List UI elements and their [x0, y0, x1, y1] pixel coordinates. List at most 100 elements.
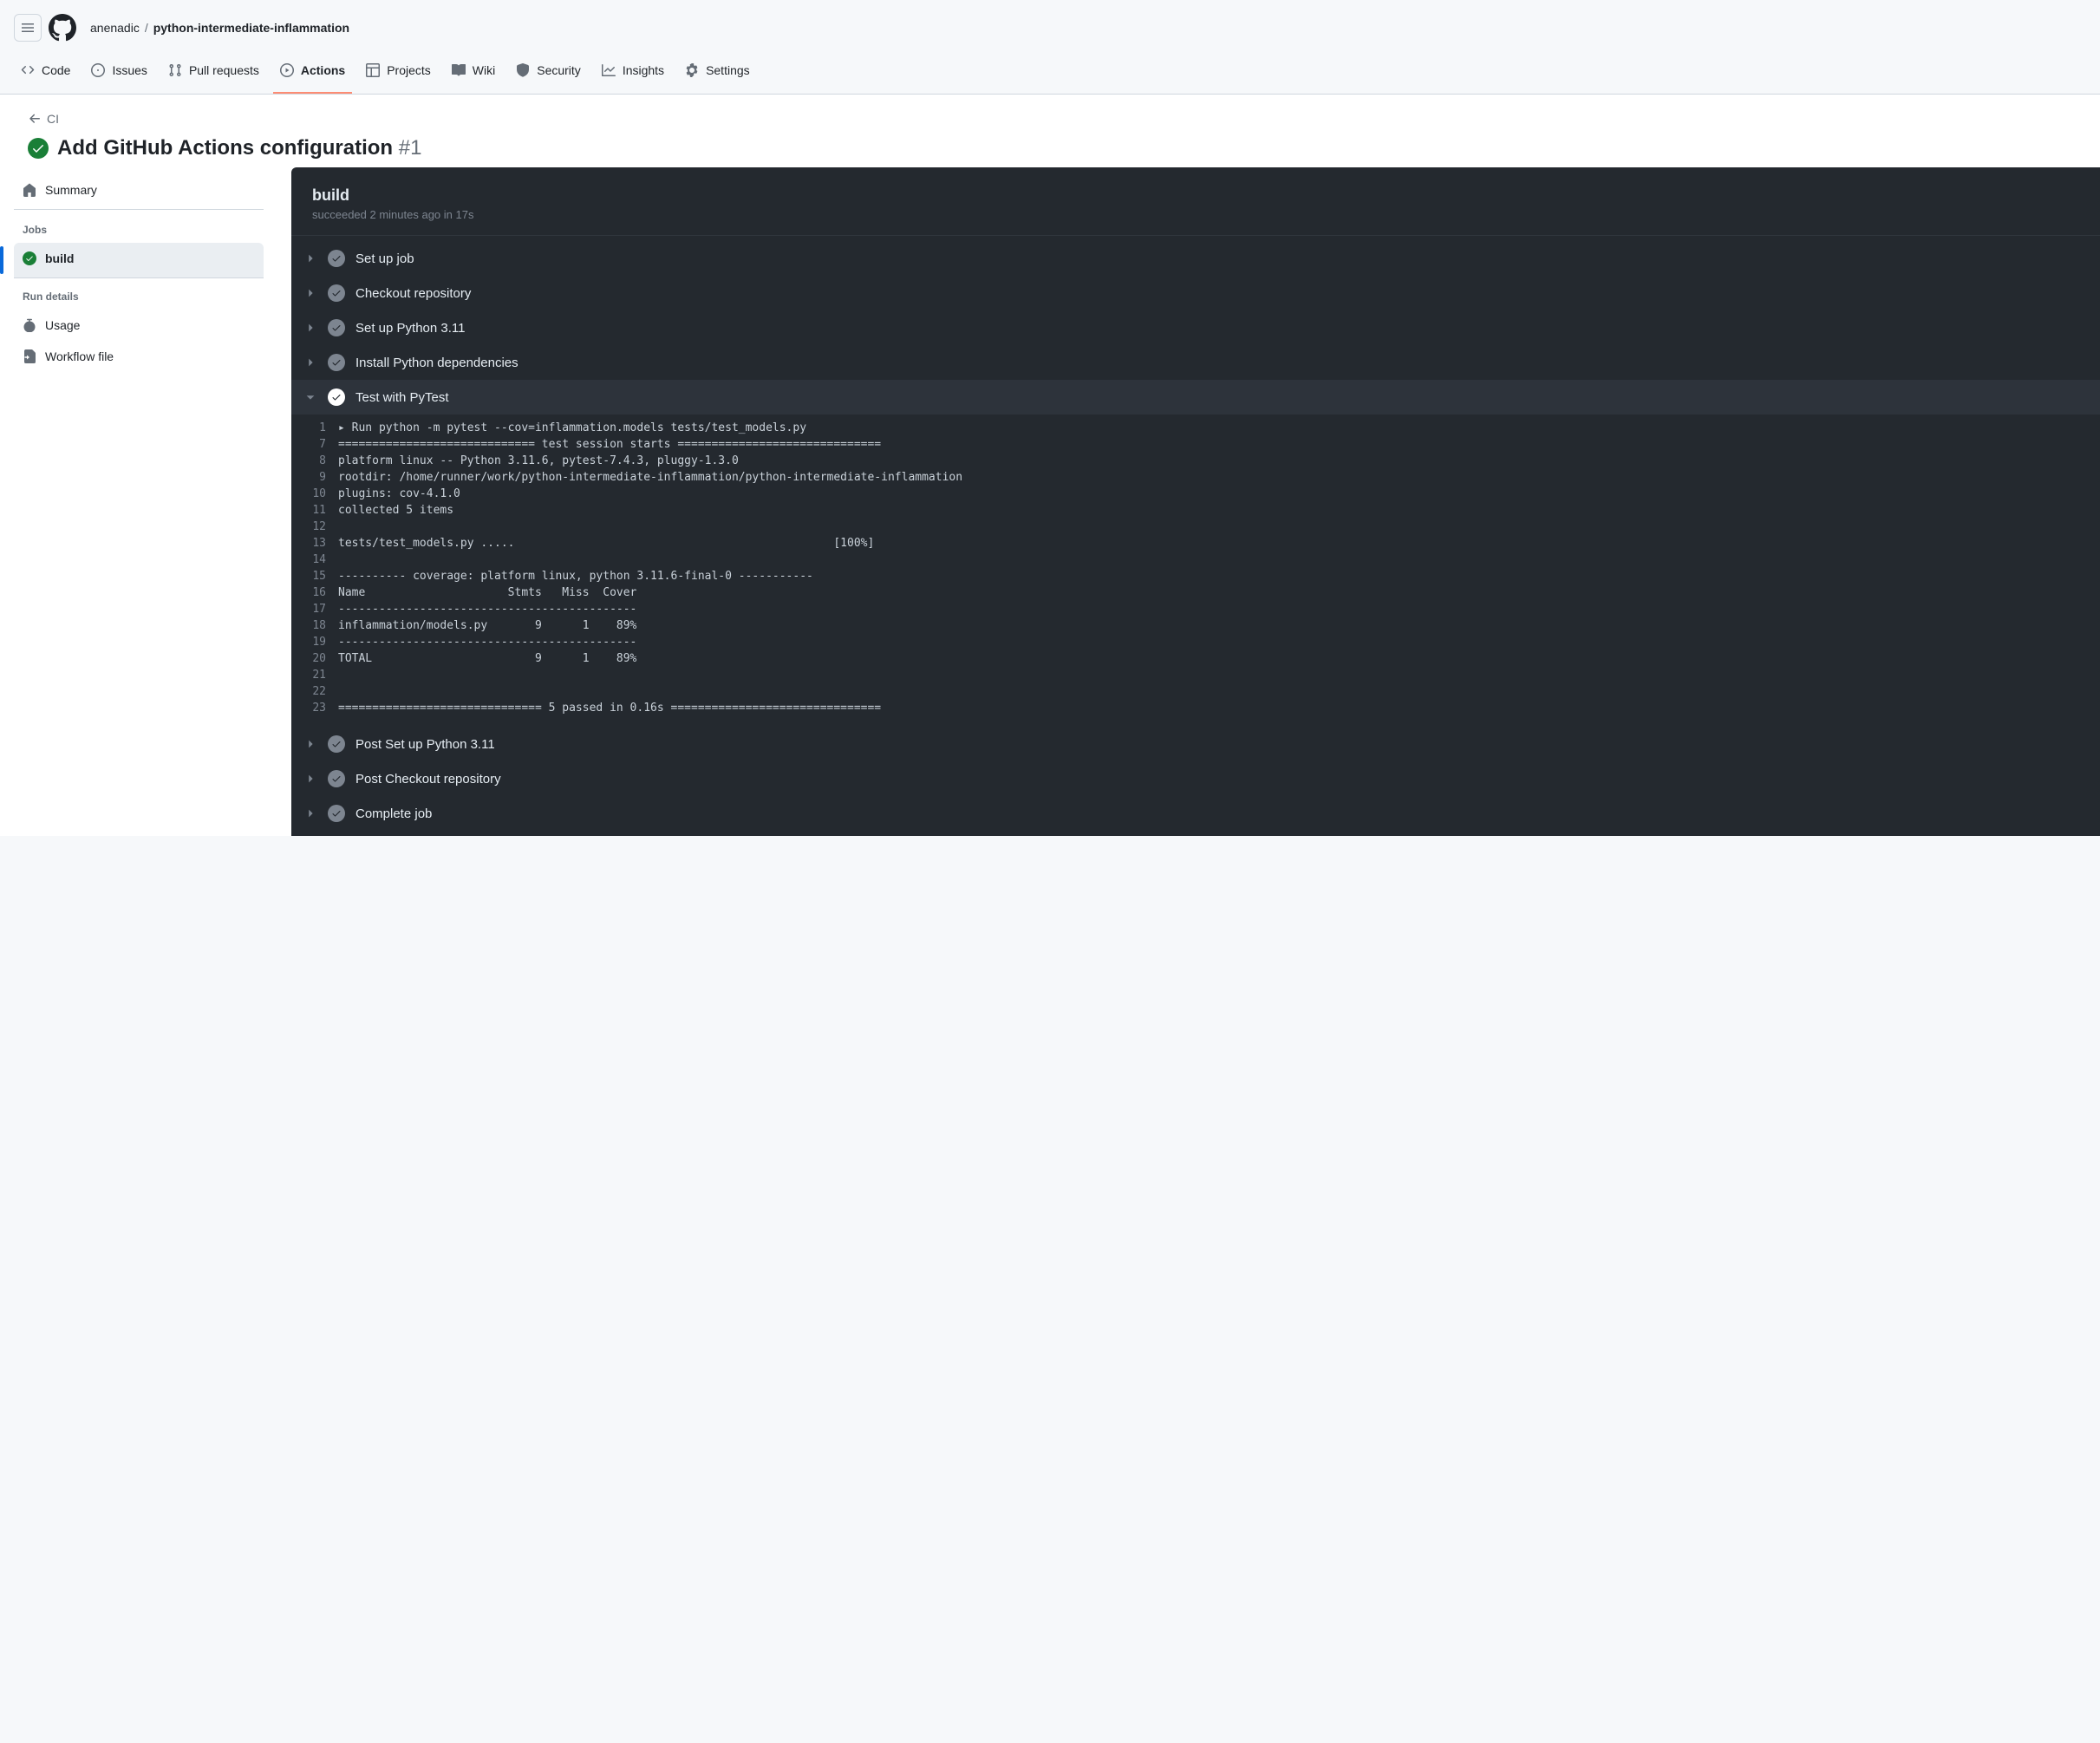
tab-wiki[interactable]: Wiki [445, 49, 502, 94]
check-circle-icon [328, 319, 345, 336]
breadcrumb-owner[interactable]: anenadic [90, 21, 140, 35]
sidebar-job-build-label: build [45, 251, 74, 265]
log-text: plugins: cov-4.1.0 [338, 487, 2100, 500]
tab-projects-label: Projects [387, 57, 431, 83]
log-line[interactable]: 11collected 5 items [291, 502, 2100, 519]
tab-pulls[interactable]: Pull requests [161, 49, 266, 94]
log-line[interactable]: 23============================== 5 passe… [291, 700, 2100, 716]
log-text: ----------------------------------------… [338, 636, 2100, 649]
step-setup-python[interactable]: Set up Python 3.11 [291, 310, 2100, 345]
breadcrumb-separator: / [145, 21, 148, 35]
hamburger-button[interactable] [14, 14, 42, 42]
step-post-python[interactable]: Post Set up Python 3.11 [291, 727, 2100, 761]
run-header: CI Add GitHub Actions configuration #1 [0, 95, 2100, 167]
log-panel: build succeeded 2 minutes ago in 17s Set… [291, 167, 2100, 836]
log-line[interactable]: 8platform linux -- Python 3.11.6, pytest… [291, 453, 2100, 469]
log-line[interactable]: 21 [291, 667, 2100, 683]
sidebar-usage-label: Usage [45, 318, 80, 332]
log-line[interactable]: 17--------------------------------------… [291, 601, 2100, 617]
log-text: ▸ Run python -m pytest --cov=inflammatio… [338, 421, 2100, 434]
log-line[interactable]: 18inflammation/models.py 9 1 89% [291, 617, 2100, 634]
log-line[interactable]: 15---------- coverage: platform linux, p… [291, 568, 2100, 584]
tab-actions[interactable]: Actions [273, 49, 352, 94]
log-text: inflammation/models.py 9 1 89% [338, 619, 2100, 632]
step-label: Set up job [355, 251, 414, 266]
step-list: Set up job Checkout repository Set up Py… [291, 236, 2100, 836]
log-line[interactable]: 7============================= test sess… [291, 436, 2100, 453]
log-line[interactable]: 19--------------------------------------… [291, 634, 2100, 650]
line-number: 19 [303, 636, 338, 649]
log-line[interactable]: 22 [291, 683, 2100, 700]
repo-nav: Code Issues Pull requests Actions Projec… [0, 49, 2100, 95]
stopwatch-icon [23, 318, 36, 332]
line-number: 14 [303, 553, 338, 566]
step-label: Install Python dependencies [355, 356, 518, 370]
log-line[interactable]: 12 [291, 519, 2100, 535]
log-text: platform linux -- Python 3.11.6, pytest-… [338, 454, 2100, 467]
sidebar-item-usage[interactable]: Usage [14, 310, 264, 341]
log-line[interactable]: 10plugins: cov-4.1.0 [291, 486, 2100, 502]
sidebar-job-build[interactable]: build [14, 243, 264, 278]
log-text: tests/test_models.py ..... [100%] [338, 537, 2100, 550]
step-label: Checkout repository [355, 286, 471, 301]
line-number: 15 [303, 570, 338, 583]
log-text: ============================== 5 passed … [338, 702, 2100, 715]
log-line[interactable]: 20TOTAL 9 1 89% [291, 650, 2100, 667]
log-line[interactable]: 9rootdir: /home/runner/work/python-inter… [291, 469, 2100, 486]
step-setup-job[interactable]: Set up job [291, 241, 2100, 276]
log-text: ----------------------------------------… [338, 603, 2100, 616]
log-line[interactable]: 1▸ Run python -m pytest --cov=inflammati… [291, 420, 2100, 436]
top-bar: anenadic / python-intermediate-inflammat… [0, 0, 2100, 49]
chevron-right-icon [303, 321, 317, 335]
chevron-right-icon [303, 251, 317, 265]
home-icon [23, 183, 36, 197]
log-text: ---------- coverage: platform linux, pyt… [338, 570, 2100, 583]
log-text: ============================= test sessi… [338, 438, 2100, 451]
log-text: rootdir: /home/runner/work/python-interm… [338, 471, 2100, 484]
back-link[interactable]: CI [28, 112, 2072, 126]
breadcrumb-repo[interactable]: python-intermediate-inflammation [153, 21, 349, 35]
sidebar-item-summary[interactable]: Summary [14, 174, 264, 210]
line-number: 10 [303, 487, 338, 500]
step-label: Post Checkout repository [355, 772, 501, 787]
back-link-label: CI [47, 112, 59, 126]
log-text [338, 520, 2100, 533]
line-number: 23 [303, 702, 338, 715]
tab-settings[interactable]: Settings [678, 49, 757, 94]
issues-icon [91, 63, 105, 77]
tab-projects[interactable]: Projects [359, 49, 438, 94]
tab-insights[interactable]: Insights [595, 49, 671, 94]
tab-issues[interactable]: Issues [84, 49, 153, 94]
book-icon [452, 63, 466, 77]
github-logo[interactable] [49, 14, 76, 42]
git-pull-request-icon [168, 63, 182, 77]
step-post-checkout[interactable]: Post Checkout repository [291, 761, 2100, 796]
step-complete[interactable]: Complete job [291, 796, 2100, 831]
check-circle-icon [328, 388, 345, 406]
line-number: 13 [303, 537, 338, 550]
log-line[interactable]: 14 [291, 552, 2100, 568]
log-line[interactable]: 16Name Stmts Miss Cover [291, 584, 2100, 601]
chevron-right-icon [303, 772, 317, 786]
step-install-deps[interactable]: Install Python dependencies [291, 345, 2100, 380]
log-line[interactable]: 13tests/test_models.py ..... [100%] [291, 535, 2100, 552]
hamburger-icon [21, 21, 35, 35]
graph-icon [602, 63, 616, 77]
code-icon [21, 63, 35, 77]
tab-code[interactable]: Code [14, 49, 77, 94]
tab-pulls-label: Pull requests [189, 57, 259, 83]
sidebar-item-workflow-file[interactable]: Workflow file [14, 341, 264, 372]
table-icon [366, 63, 380, 77]
sidebar-heading-details: Run details [14, 284, 264, 310]
chevron-right-icon [303, 737, 317, 751]
run-sidebar: Summary Jobs build Run details Usage Wor… [0, 167, 277, 386]
step-checkout[interactable]: Checkout repository [291, 276, 2100, 310]
tab-security[interactable]: Security [509, 49, 588, 94]
line-number: 7 [303, 438, 338, 451]
check-circle-icon [328, 354, 345, 371]
line-number: 16 [303, 586, 338, 599]
shield-icon [516, 63, 530, 77]
tab-issues-label: Issues [112, 57, 147, 83]
sidebar-workflow-file-label: Workflow file [45, 349, 114, 363]
step-test-pytest[interactable]: Test with PyTest [291, 380, 2100, 415]
